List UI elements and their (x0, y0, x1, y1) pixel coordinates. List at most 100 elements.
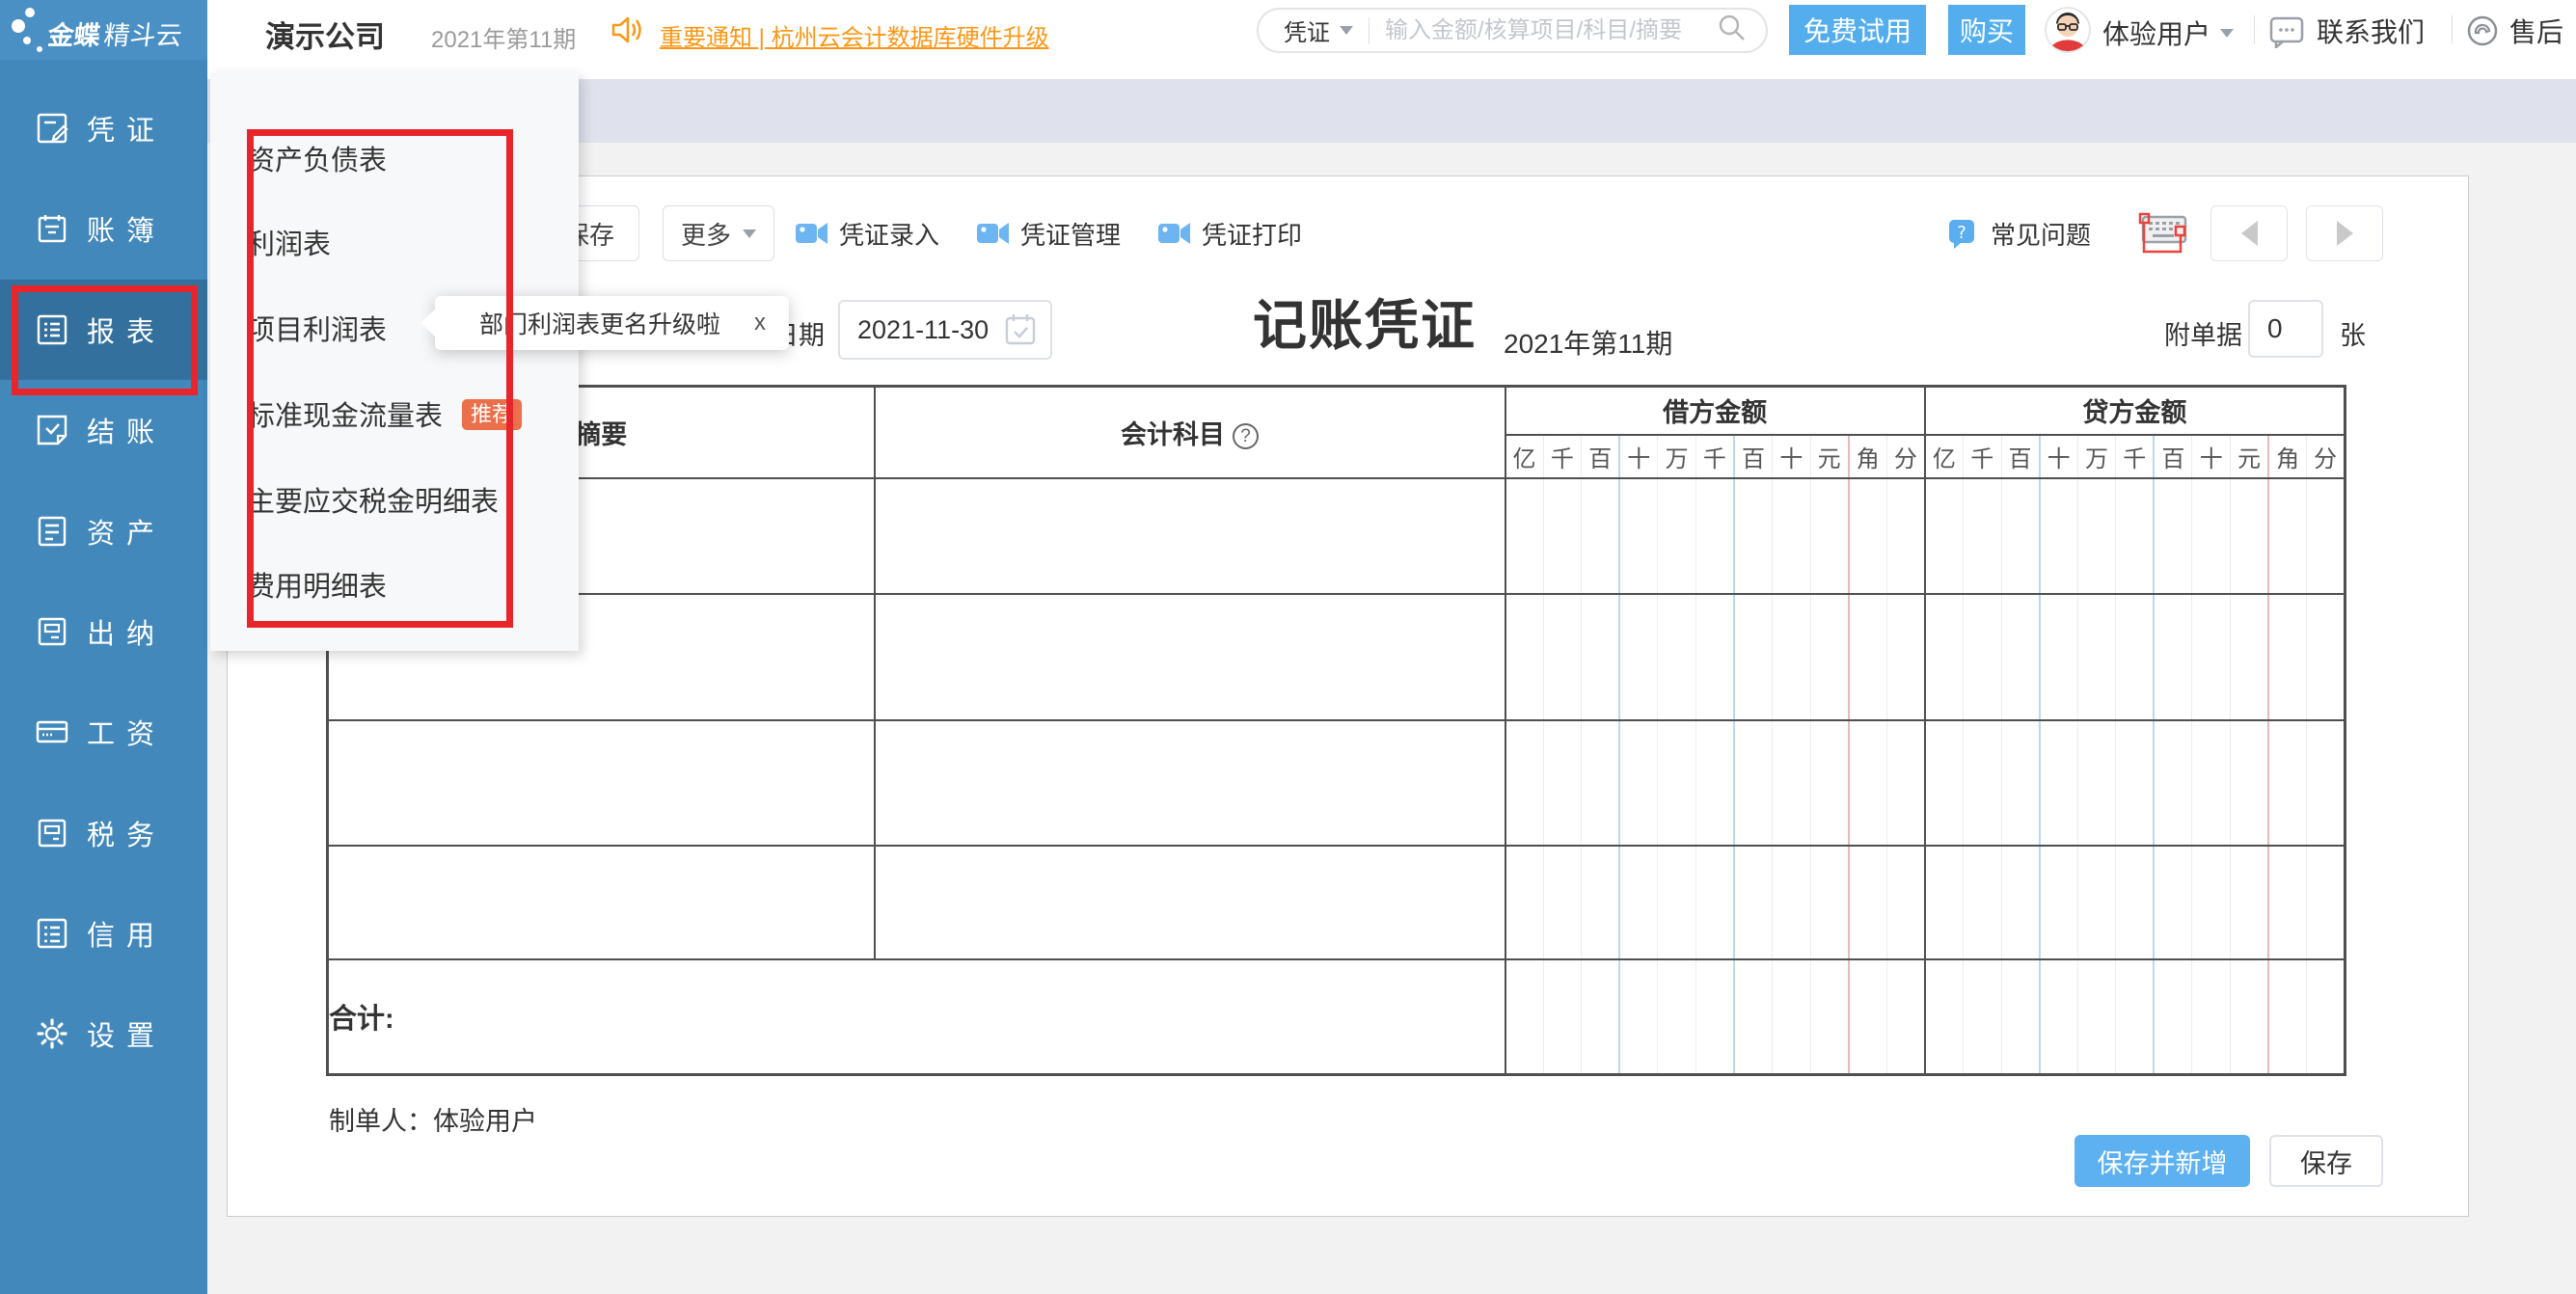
menu-item-cash-flow[interactable]: 标准现金流量表推荐 (210, 395, 579, 438)
free-trial-button[interactable]: 免费试用 (1789, 5, 1926, 55)
amount-cell[interactable] (1734, 478, 1773, 594)
amount-cell[interactable] (2192, 846, 2231, 959)
amount-cell[interactable] (1695, 478, 1734, 594)
amount-cell[interactable] (1658, 720, 1696, 846)
search-icon[interactable] (1716, 12, 1749, 49)
amount-cell[interactable] (2116, 846, 2155, 959)
amount-cell[interactable] (1543, 478, 1582, 594)
amount-cell[interactable] (1505, 720, 1544, 846)
amount-cell[interactable] (2230, 720, 2268, 846)
sidebar-item-credit[interactable]: 信用 (0, 883, 207, 984)
sidebar-item-ledger[interactable]: 账簿 (0, 178, 207, 279)
amount-cell[interactable] (1582, 720, 1620, 846)
amount-cell[interactable] (2154, 846, 2192, 959)
faq-link[interactable]: ? 常见问题 (1946, 205, 2091, 261)
amount-cell[interactable] (1695, 594, 1734, 720)
amount-cell[interactable] (1543, 846, 1582, 959)
video-link-voucher-print[interactable]: 凭证打印 (1157, 216, 1302, 252)
amount-cell[interactable] (2116, 720, 2155, 846)
amount-cell[interactable] (1505, 846, 1544, 959)
amount-cell[interactable] (1773, 720, 1811, 846)
save-button[interactable]: 保存 (2269, 1135, 2383, 1187)
amount-cell[interactable] (2001, 594, 2040, 720)
help-icon[interactable]: ? (1233, 423, 1259, 449)
amount-cell[interactable] (1773, 594, 1811, 720)
sidebar-item-assets[interactable]: 资产 (0, 481, 207, 581)
amount-cell[interactable] (1695, 846, 1734, 959)
amount-cell[interactable] (1734, 846, 1773, 959)
amount-cell[interactable] (2307, 720, 2346, 846)
amount-cell[interactable] (2116, 478, 2155, 594)
video-link-voucher-entry[interactable]: 凭证录入 (795, 216, 939, 252)
amount-cell[interactable] (1886, 478, 1925, 594)
amount-cell[interactable] (2154, 720, 2192, 846)
keyboard-shortcut-icon[interactable] (2135, 209, 2189, 260)
sidebar-item-tax[interactable]: 税务 (0, 783, 207, 883)
amount-cell[interactable] (1925, 478, 1964, 594)
video-link-voucher-manage[interactable]: 凭证管理 (976, 216, 1121, 252)
amount-cell[interactable] (2077, 720, 2116, 846)
amount-cell[interactable] (1886, 720, 1925, 846)
search-category-select[interactable]: 凭证 (1284, 13, 1353, 47)
amount-cell[interactable] (2040, 478, 2078, 594)
amount-cell[interactable] (1810, 478, 1849, 594)
search-input[interactable] (1385, 17, 1716, 44)
amount-cell[interactable] (2116, 594, 2155, 720)
amount-cell[interactable] (1695, 720, 1734, 846)
amount-cell[interactable] (1963, 846, 2001, 959)
amount-cell[interactable] (2192, 594, 2231, 720)
date-picker[interactable]: 2021-11-30 (838, 300, 1052, 360)
amount-cell[interactable] (1619, 478, 1658, 594)
account-cell[interactable] (875, 846, 1505, 959)
account-cell[interactable] (875, 478, 1505, 594)
amount-cell[interactable] (1505, 478, 1544, 594)
amount-cell[interactable] (1582, 594, 1620, 720)
contact-us-link[interactable]: 联系我们 (2268, 12, 2425, 50)
sidebar-item-reports[interactable]: 报表 (0, 280, 207, 380)
amount-cell[interactable] (1849, 594, 1887, 720)
next-voucher-button[interactable] (2306, 205, 2383, 261)
amount-cell[interactable] (1849, 720, 1887, 846)
amount-cell[interactable] (2001, 478, 2040, 594)
amount-cell[interactable] (2268, 594, 2307, 720)
buy-button[interactable]: 购买 (1948, 5, 2025, 55)
amount-cell[interactable] (2307, 594, 2346, 720)
account-cell[interactable] (875, 720, 1505, 846)
amount-cell[interactable] (1658, 594, 1696, 720)
summary-cell[interactable] (328, 720, 875, 846)
summary-cell[interactable] (328, 846, 875, 959)
amount-cell[interactable] (2077, 478, 2116, 594)
amount-cell[interactable] (1543, 720, 1582, 846)
important-notice-link[interactable]: 重要通知 | 杭州云会计数据库硬件升级 (660, 18, 1049, 52)
amount-cell[interactable] (1810, 594, 1849, 720)
menu-item-tax-detail[interactable]: 主要应交税金明细表 (210, 481, 579, 524)
menu-item-income-statement[interactable]: 利润表 (210, 224, 579, 266)
amount-cell[interactable] (1543, 594, 1582, 720)
amount-cell[interactable] (2001, 720, 2040, 846)
amount-cell[interactable] (2230, 478, 2268, 594)
amount-cell[interactable] (2154, 478, 2192, 594)
amount-cell[interactable] (2230, 594, 2268, 720)
amount-cell[interactable] (2040, 594, 2078, 720)
amount-cell[interactable] (2077, 594, 2116, 720)
user-menu[interactable]: 体验用户 (2102, 13, 2234, 52)
more-button[interactable]: 更多 (663, 205, 774, 261)
sidebar-item-salary[interactable]: 工资 (0, 682, 207, 782)
sidebar-item-settings[interactable]: 设置 (0, 984, 207, 1084)
amount-cell[interactable] (1849, 478, 1887, 594)
previous-voucher-button[interactable] (2210, 205, 2288, 261)
amount-cell[interactable] (1734, 594, 1773, 720)
amount-cell[interactable] (2001, 846, 2040, 959)
amount-cell[interactable] (1619, 720, 1658, 846)
sidebar-item-cashier[interactable]: 出纳 (0, 581, 207, 682)
amount-cell[interactable] (2192, 720, 2231, 846)
amount-cell[interactable] (1505, 594, 1544, 720)
amount-cell[interactable] (2268, 720, 2307, 846)
sidebar-item-closing[interactable]: 结账 (0, 380, 207, 480)
amount-cell[interactable] (2040, 846, 2078, 959)
amount-cell[interactable] (1619, 594, 1658, 720)
sidebar-item-voucher[interactable]: 凭证 (0, 78, 207, 178)
amount-cell[interactable] (2307, 846, 2346, 959)
amount-cell[interactable] (1886, 846, 1925, 959)
menu-item-balance-sheet[interactable]: 资产负债表 (210, 140, 579, 182)
